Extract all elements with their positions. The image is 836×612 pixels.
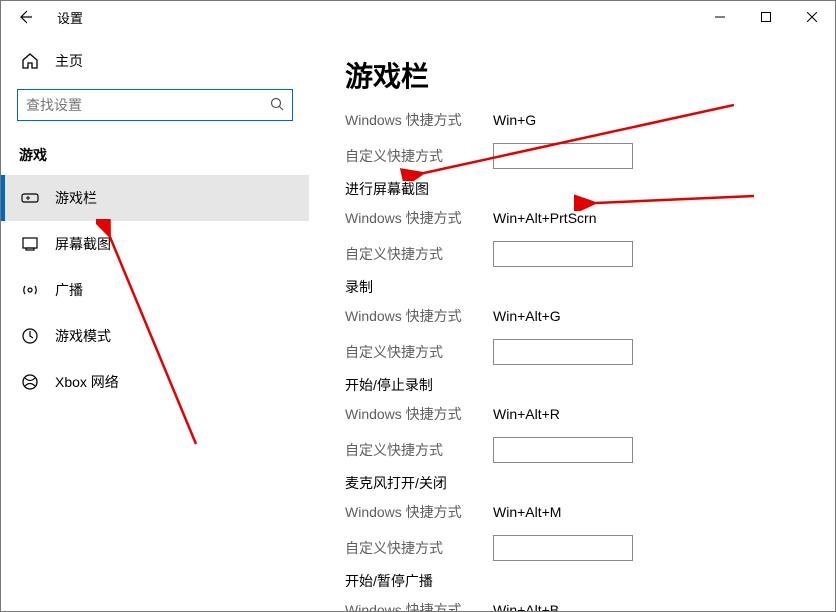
custom-shortcut-input[interactable] <box>493 339 633 365</box>
sidebar-item-broadcast[interactable]: 广播 <box>1 267 309 313</box>
sidebar-item-xbox-net[interactable]: Xbox 网络 <box>1 359 309 405</box>
custom-shortcut-row: 自定义快捷方式 <box>345 241 811 267</box>
titlebar: 设置 <box>1 1 835 33</box>
screenshot-icon <box>21 235 39 253</box>
shortcut-group-title: 麦克风打开/关闭 <box>345 473 811 493</box>
home-link[interactable]: 主页 <box>1 41 309 81</box>
custom-shortcut-row: 自定义快捷方式 <box>345 535 811 561</box>
shortcut-label: Windows 快捷方式 <box>345 502 493 522</box>
minimize-button[interactable] <box>697 1 743 33</box>
sidebar-item-label: 广播 <box>55 280 83 300</box>
game-mode-icon <box>21 327 39 345</box>
search-container <box>1 81 309 131</box>
custom-shortcut-row: 自定义快捷方式 <box>345 339 811 365</box>
shortcut-label: Windows 快捷方式 <box>345 600 493 611</box>
sidebar-item-label: 游戏模式 <box>55 326 111 346</box>
settings-window: 设置 主页 <box>0 0 836 612</box>
windows-shortcut-row: Windows 快捷方式Win+Alt+PrtScrn <box>345 205 811 231</box>
shortcut-value: Win+Alt+M <box>493 504 561 520</box>
game-bar-icon <box>21 189 39 207</box>
windows-shortcut-row: Windows 快捷方式Win+Alt+R <box>345 401 811 427</box>
shortcut-group-title: 录制 <box>345 277 811 297</box>
shortcut-label: Windows 快捷方式 <box>345 208 493 228</box>
close-button[interactable] <box>789 1 835 33</box>
windows-shortcut-row: Windows 快捷方式Win+Alt+G <box>345 303 811 329</box>
sidebar-item-game-bar[interactable]: 游戏栏 <box>1 175 309 221</box>
custom-shortcut-input[interactable] <box>493 241 633 267</box>
custom-shortcut-row: 自定义快捷方式 <box>345 143 811 169</box>
custom-shortcut-row: 自定义快捷方式 <box>345 437 811 463</box>
sidebar: 主页 游戏 游戏栏屏幕截图广播游戏模式 Xbox 网络 <box>1 33 309 611</box>
sidebar-item-game-mode[interactable]: 游戏模式 <box>1 313 309 359</box>
maximize-button[interactable] <box>743 1 789 33</box>
window-controls <box>697 1 835 33</box>
home-icon <box>21 52 39 70</box>
back-arrow-icon <box>17 9 33 25</box>
shortcut-value: Win+Alt+G <box>493 308 561 324</box>
shortcut-value: Win+Alt+R <box>493 406 560 422</box>
shortcut-label: 自定义快捷方式 <box>345 440 493 460</box>
search-icon <box>270 97 284 114</box>
window-title: 设置 <box>57 8 83 27</box>
shortcut-label: 自定义快捷方式 <box>345 146 493 166</box>
broadcast-icon <box>21 281 39 299</box>
sidebar-item-label: 屏幕截图 <box>55 234 111 254</box>
shortcut-label: Windows 快捷方式 <box>345 110 493 130</box>
content-area: 游戏栏 Windows 快捷方式Win+G自定义快捷方式进行屏幕截图Window… <box>309 33 835 611</box>
windows-shortcut-row: Windows 快捷方式Win+Alt+M <box>345 499 811 525</box>
shortcut-label: Windows 快捷方式 <box>345 404 493 424</box>
sidebar-item-screenshot[interactable]: 屏幕截图 <box>1 221 309 267</box>
home-label: 主页 <box>55 51 83 71</box>
page-title: 游戏栏 <box>345 55 811 95</box>
shortcut-group-title: 进行屏幕截图 <box>345 179 811 199</box>
shortcut-label: Windows 快捷方式 <box>345 306 493 326</box>
shortcut-value: Win+G <box>493 112 536 128</box>
maximize-icon <box>761 12 771 22</box>
shortcut-groups: Windows 快捷方式Win+G自定义快捷方式进行屏幕截图Windows 快捷… <box>345 107 811 611</box>
close-icon <box>807 12 817 22</box>
shortcut-group-title: 开始/停止录制 <box>345 375 811 395</box>
shortcut-value: Win+Alt+PrtScrn <box>493 210 596 226</box>
search-box[interactable] <box>17 89 293 121</box>
section-title: 游戏 <box>1 131 309 175</box>
body: 主页 游戏 游戏栏屏幕截图广播游戏模式 Xbox 网络 游戏栏 Windows 快… <box>1 33 835 611</box>
custom-shortcut-input[interactable] <box>493 437 633 463</box>
custom-shortcut-input[interactable] <box>493 143 633 169</box>
custom-shortcut-input[interactable] <box>493 535 633 561</box>
shortcut-value: Win+Alt+B <box>493 602 559 611</box>
shortcut-label: 自定义快捷方式 <box>345 244 493 264</box>
nav-list: 游戏栏屏幕截图广播游戏模式 Xbox 网络 <box>1 175 309 405</box>
xbox-net-icon <box>21 373 39 391</box>
sidebar-item-label: Xbox 网络 <box>55 372 119 392</box>
shortcut-group-title: 开始/暂停广播 <box>345 571 811 591</box>
shortcut-label: 自定义快捷方式 <box>345 538 493 558</box>
shortcut-label: 自定义快捷方式 <box>345 342 493 362</box>
windows-shortcut-row: Windows 快捷方式Win+Alt+B <box>345 597 811 611</box>
sidebar-item-label: 游戏栏 <box>55 188 97 208</box>
search-input[interactable] <box>26 97 270 113</box>
back-button[interactable] <box>1 1 49 33</box>
windows-shortcut-row: Windows 快捷方式Win+G <box>345 107 811 133</box>
minimize-icon <box>715 12 725 22</box>
